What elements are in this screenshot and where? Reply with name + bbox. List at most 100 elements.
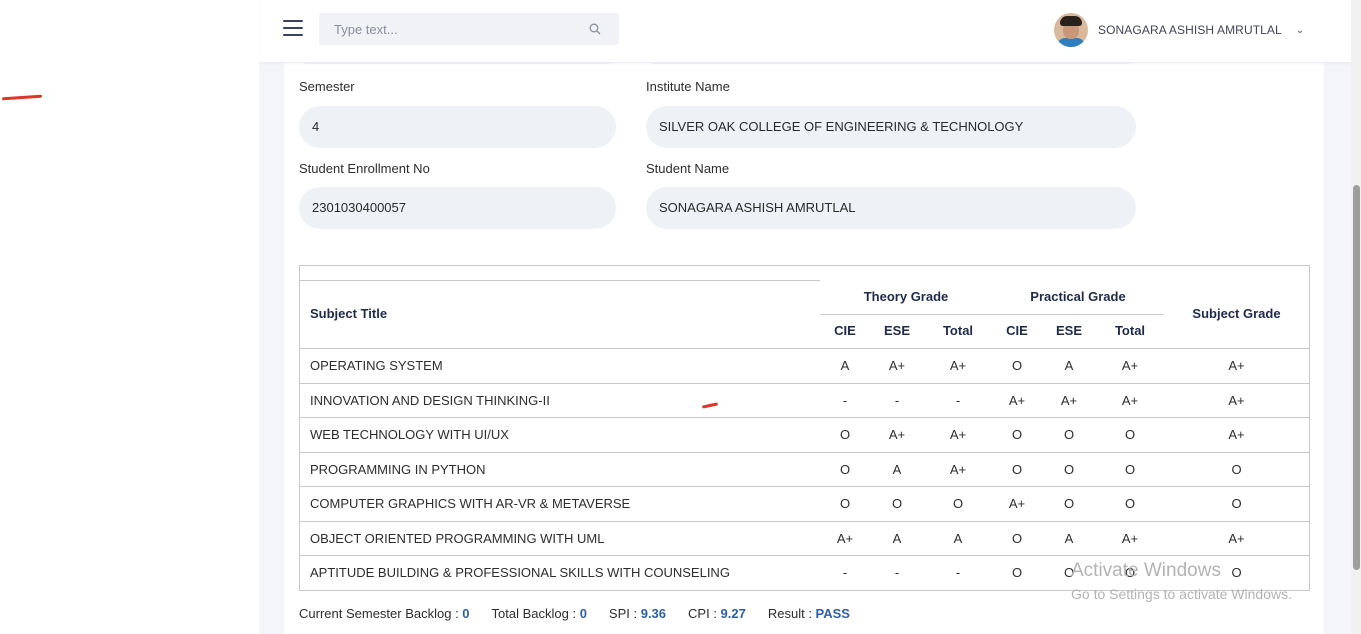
table-row: PROGRAMMING IN PYTHON O A A+ O O O O — [300, 451, 1309, 486]
header-divider — [300, 280, 820, 281]
grade-cell-t-total: A+ — [949, 461, 967, 477]
theory-grade-header: Theory Grade — [863, 289, 949, 304]
grade-cell-t-ese: - — [894, 565, 900, 580]
grade-cell-p-ese: O — [1063, 496, 1075, 511]
grade-cell-grade: A+ — [1228, 427, 1245, 442]
grade-cell-t-total: A — [953, 530, 963, 546]
theory-ese-header: ESE — [883, 323, 910, 338]
grade-cell-p-total: O — [1124, 461, 1136, 477]
grade-cell-t-cie: - — [842, 392, 848, 408]
subject-title-header: Subject Title — [310, 306, 388, 321]
grade-cell-t-cie: A+ — [836, 530, 854, 546]
grade-cell-p-cie: O — [1011, 530, 1023, 546]
grade-cell-t-ese: - — [894, 392, 900, 408]
spi: SPI : 9.36 — [608, 606, 667, 621]
scroll-thumb[interactable] — [1353, 185, 1360, 570]
grade-cell-t-cie: A — [840, 358, 850, 373]
grade-cell-p-cie: O — [1011, 358, 1023, 373]
grade-cell-p-ese: A — [1064, 530, 1074, 546]
grade-cell-grade: A+ — [1228, 392, 1245, 408]
grade-cell-p-total: A+ — [1121, 392, 1139, 408]
grade-cell-p-ese: A — [1064, 358, 1074, 373]
subject-title-cell: OBJECT ORIENTED PROGRAMMING WITH UML — [310, 530, 605, 546]
grade-cell-t-ese: O — [891, 496, 903, 511]
enrollment-label: Student Enrollment No — [299, 161, 430, 176]
result: Result : PASS — [767, 606, 850, 621]
grade-cell-t-cie: O — [839, 461, 851, 477]
grade-cell-p-total: O — [1124, 496, 1136, 511]
grade-cell-grade: A+ — [1228, 530, 1245, 546]
subject-title-cell: INNOVATION AND DESIGN THINKING-II — [310, 392, 550, 408]
practical-ese-header: ESE — [1055, 323, 1082, 338]
top-header: SONAGARA ASHISH AMRUTLAL ⌄ — [259, 0, 1351, 63]
grade-cell-p-ese: O — [1063, 427, 1075, 442]
practical-grade-header: Practical Grade — [1030, 289, 1126, 304]
result-summary: Current Semester Backlog : 0 Total Backl… — [299, 606, 872, 621]
institute-label: Institute Name — [646, 79, 730, 94]
grade-cell-p-ese: A+ — [1060, 392, 1078, 408]
watermark-title: Activate Windows — [1071, 560, 1221, 581]
enrollment-field[interactable]: 2301030400057 — [299, 187, 616, 229]
search-icon[interactable] — [589, 23, 601, 35]
avatar[interactable] — [1054, 13, 1088, 47]
grade-cell-t-total: A+ — [949, 427, 967, 442]
subject-title-cell: PROGRAMMING IN PYTHON — [310, 461, 486, 477]
search-input[interactable] — [319, 13, 569, 45]
grade-cell-t-ese: A+ — [888, 427, 906, 442]
grade-cell-p-total: O — [1124, 427, 1136, 442]
subject-title-cell: OPERATING SYSTEM — [310, 358, 443, 373]
grade-cell-t-total: - — [955, 392, 961, 408]
left-blank-area — [0, 0, 259, 634]
current-backlog: Current Semester Backlog : 0 — [299, 606, 470, 621]
grade-cell-p-ese: O — [1063, 461, 1075, 477]
red-annotation-mark — [1, 94, 43, 101]
grade-cell-grade: O — [1231, 496, 1242, 511]
grade-cell-p-total: A+ — [1121, 358, 1139, 373]
grade-cell-t-total: A+ — [949, 358, 967, 373]
table-row: WEB TECHNOLOGY WITH UI/UX O A+ A+ O O O A+ — [300, 417, 1309, 451]
windows-activation-watermark: Activate Windows Go to Settings to activ… — [1071, 560, 1292, 602]
institute-field[interactable]: SILVER OAK COLLEGE OF ENGINEERING & TECH… — [646, 106, 1136, 148]
user-menu[interactable]: SONAGARA ASHISH AMRUTLAL ⌄ — [1054, 12, 1304, 48]
table-row: INNOVATION AND DESIGN THINKING-II - - - A+ A+… — [300, 382, 1309, 417]
user-name: SONAGARA ASHISH AMRUTLAL — [1098, 23, 1282, 37]
grade-cell-p-cie: A+ — [1008, 496, 1026, 511]
grade-cell-t-ese: A — [892, 530, 902, 546]
theory-cie-header: CIE — [834, 323, 856, 338]
grade-cell-grade: A+ — [1228, 358, 1245, 373]
grade-cell-t-cie: O — [839, 427, 851, 442]
subject-title-cell: COMPUTER GRAPHICS WITH AR-VR & METAVERSE — [310, 496, 631, 511]
practical-cie-header: CIE — [1006, 323, 1028, 338]
grade-cell-t-ese: A — [892, 461, 902, 477]
semester-label: Semester — [299, 79, 355, 94]
subject-title-cell: WEB TECHNOLOGY WITH UI/UX — [310, 427, 509, 442]
cpi: CPI : 9.27 — [688, 606, 746, 621]
search-box — [319, 13, 619, 45]
grade-cell-t-ese: A+ — [888, 358, 906, 373]
subheader-divider — [820, 314, 1164, 315]
total-backlog: Total Backlog : 0 — [491, 606, 587, 621]
grade-cell-p-cie: O — [1011, 565, 1023, 580]
grade-cell-t-cie: - — [842, 565, 848, 580]
table-row: OPERATING SYSTEM A A+ A+ O A A+ A+ — [300, 348, 1309, 382]
table-row: COMPUTER GRAPHICS WITH AR-VR & METAVERSE… — [300, 486, 1309, 520]
grade-cell-p-cie: O — [1011, 461, 1023, 477]
table-row: OBJECT ORIENTED PROGRAMMING WITH UML A+ A A… — [300, 520, 1309, 555]
subject-title-cell: APTITUDE BUILDING & PROFESSIONAL SKILLS … — [310, 565, 730, 580]
student-name-field[interactable]: SONAGARA ASHISH AMRUTLAL — [646, 187, 1136, 229]
hamburger-icon[interactable] — [283, 20, 303, 38]
grade-cell-t-cie: O — [839, 496, 851, 511]
grade-cell-t-total: - — [955, 565, 961, 580]
theory-total-header: Total — [942, 323, 974, 338]
watermark-subtitle: Go to Settings to activate Windows. — [1071, 586, 1292, 602]
practical-total-header: Total — [1114, 323, 1146, 338]
student-name-label: Student Name — [646, 161, 730, 176]
grade-cell-p-cie: O — [1011, 427, 1023, 442]
semester-field[interactable]: 4 — [299, 106, 616, 148]
grade-cell-p-total: A+ — [1121, 530, 1139, 546]
grade-cell-p-cie: A+ — [1008, 392, 1026, 408]
subject-grade-header: Subject Grade — [1192, 306, 1281, 321]
grade-cell-grade: O — [1231, 461, 1242, 477]
chevron-down-icon[interactable]: ⌄ — [1296, 25, 1304, 36]
scrollbar[interactable] — [1351, 0, 1361, 634]
